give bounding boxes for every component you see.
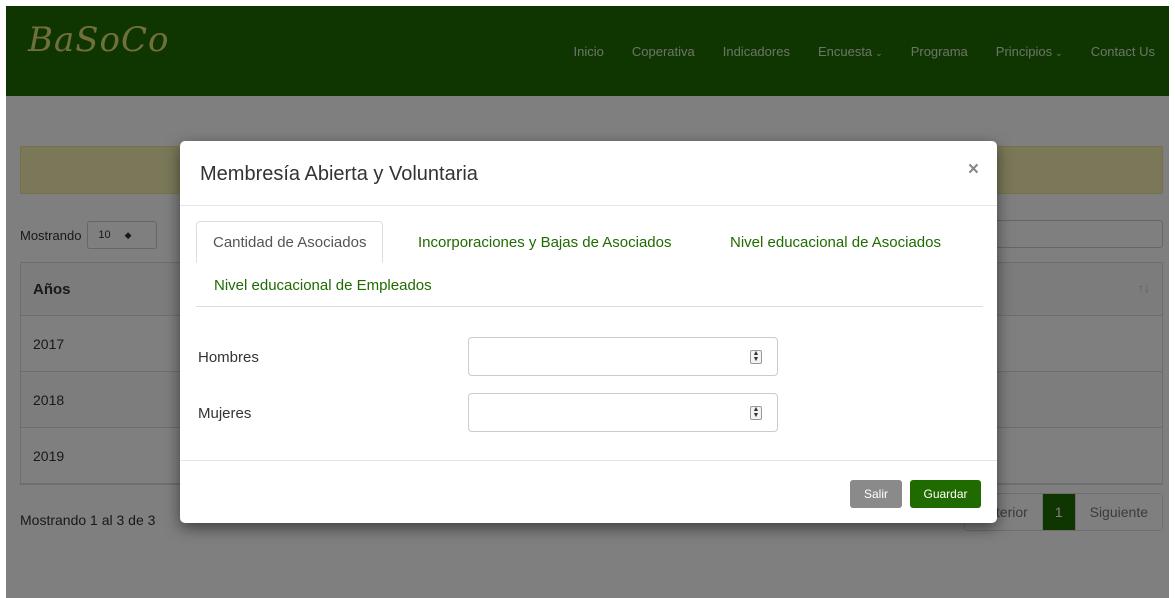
exit-button[interactable]: Salir <box>850 480 902 508</box>
tab-cantidad-asociados[interactable]: Cantidad de Asociados <box>196 221 384 263</box>
mujeres-input[interactable]: ▲ ▼ <box>468 393 778 432</box>
mujeres-label: Mujeres <box>198 405 252 422</box>
number-spinner-icon[interactable]: ▲ ▼ <box>750 350 762 364</box>
modal-footer: Salir Guardar <box>180 460 997 523</box>
modal-header: Membresía Abierta y Voluntaria × <box>180 141 997 206</box>
field-hombres: Hombres ▲ ▼ <box>198 337 978 377</box>
number-spinner-icon[interactable]: ▲ ▼ <box>750 406 762 420</box>
hombres-label: Hombres <box>198 349 259 366</box>
save-button[interactable]: Guardar <box>910 480 981 508</box>
modal-title: Membresía Abierta y Voluntaria <box>200 163 478 185</box>
hombres-input[interactable]: ▲ ▼ <box>468 337 778 376</box>
tab-nivel-educacional-empleados[interactable]: Nivel educacional de Empleados <box>214 277 432 294</box>
browser-viewport: BaSoCo Inicio Coperativa Indicadores Enc… <box>6 6 1169 598</box>
field-mujeres: Mujeres ▲ ▼ <box>198 393 978 433</box>
modal-tabs: Cantidad de Asociados Incorporaciones y … <box>196 221 983 307</box>
tab-incorporaciones-bajas[interactable]: Incorporaciones y Bajas de Asociados <box>418 234 671 251</box>
membership-modal: Membresía Abierta y Voluntaria × Cantida… <box>180 141 997 523</box>
tab-nivel-educacional-asociados[interactable]: Nivel educacional de Asociados <box>730 234 941 251</box>
close-icon[interactable]: × <box>968 159 979 181</box>
